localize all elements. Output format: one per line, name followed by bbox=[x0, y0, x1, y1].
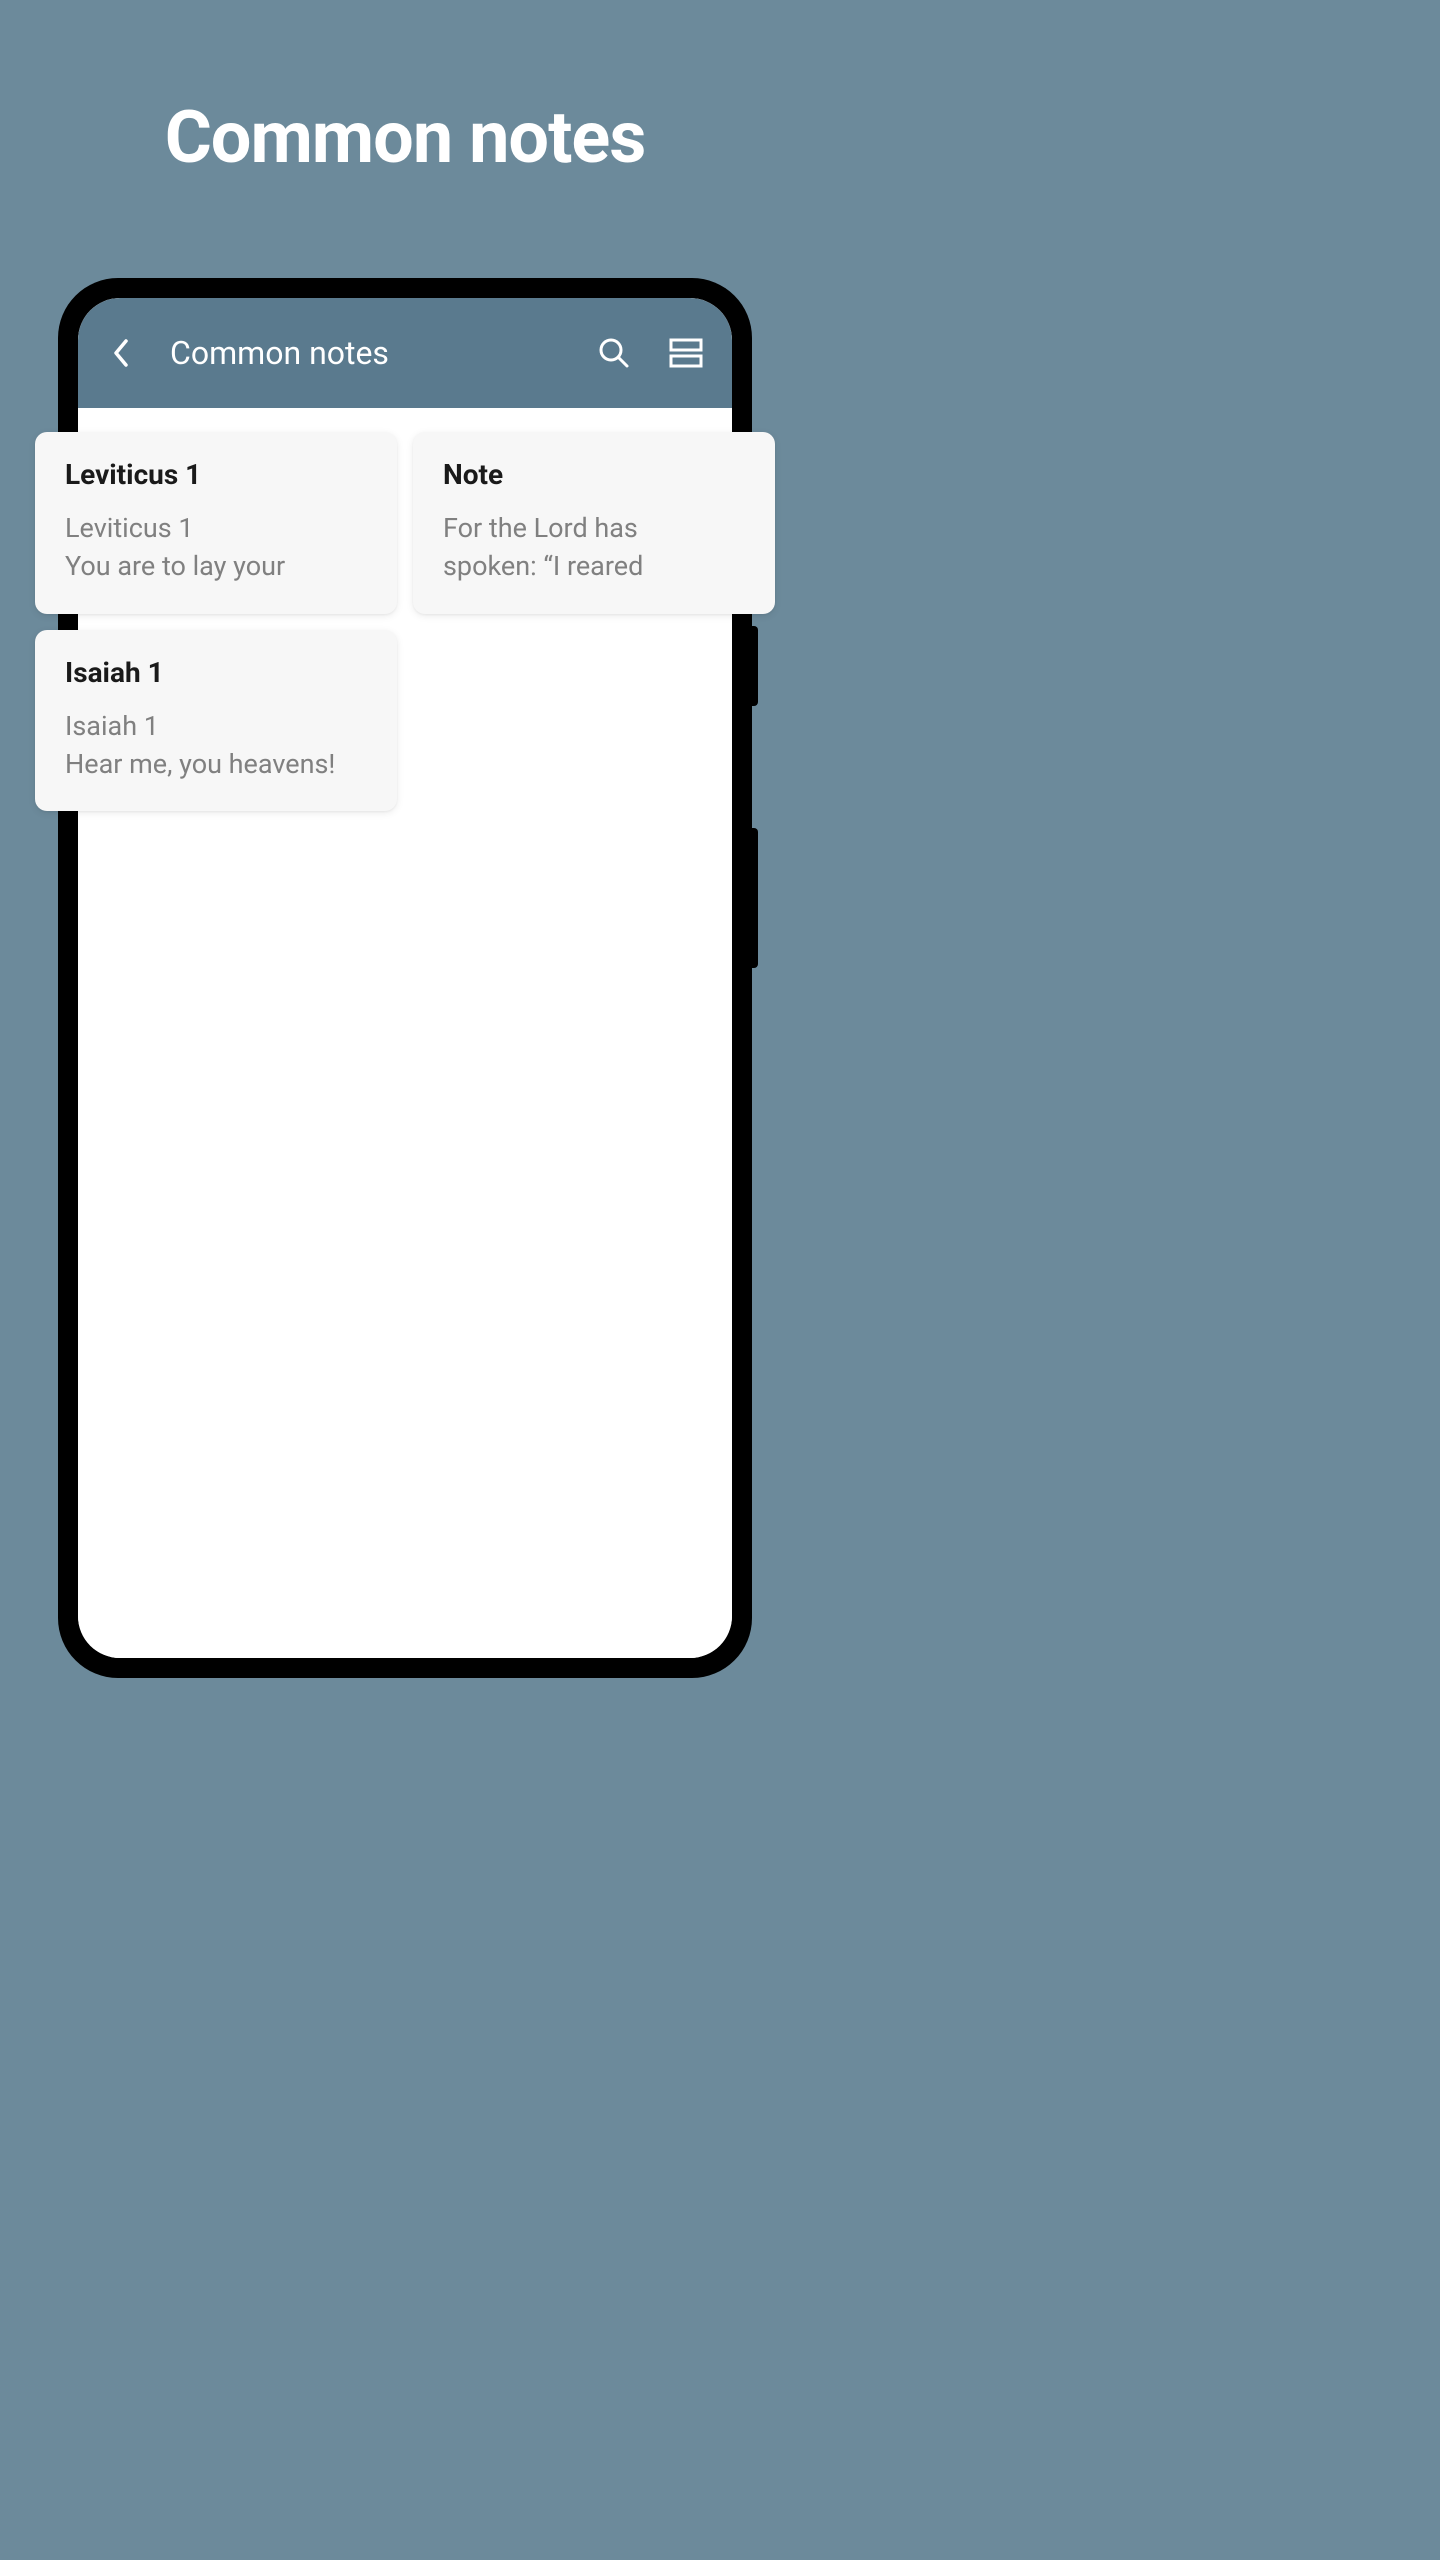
phone-side-button bbox=[752, 828, 758, 968]
note-card-body: For the Lord has spoken: “I reared bbox=[443, 509, 745, 586]
list-view-icon bbox=[669, 337, 703, 369]
chevron-left-icon bbox=[112, 337, 132, 369]
app-header-title: Common notes bbox=[170, 334, 568, 372]
notes-grid: Leviticus 1 Leviticus 1 You are to lay y… bbox=[35, 432, 775, 811]
search-button[interactable] bbox=[588, 327, 640, 379]
note-card[interactable]: Isaiah 1 Isaiah 1 Hear me, you heavens! bbox=[35, 630, 397, 812]
note-card-title: Isaiah 1 bbox=[65, 656, 367, 689]
note-card-title: Note bbox=[443, 458, 745, 491]
note-card-line: Leviticus 1 bbox=[65, 512, 194, 544]
view-toggle-button[interactable] bbox=[660, 327, 712, 379]
app-header: Common notes bbox=[78, 298, 732, 408]
back-button[interactable] bbox=[98, 329, 146, 377]
note-card[interactable]: Note For the Lord has spoken: “I reared bbox=[413, 432, 775, 614]
note-card[interactable]: Leviticus 1 Leviticus 1 You are to lay y… bbox=[35, 432, 397, 614]
note-card-title: Leviticus 1 bbox=[65, 458, 367, 491]
note-card-body: Leviticus 1 You are to lay your bbox=[65, 509, 367, 586]
search-icon bbox=[597, 336, 631, 370]
note-card-line: Isaiah 1 bbox=[65, 710, 159, 742]
note-card-line: For the Lord has bbox=[443, 512, 638, 544]
note-card-line: Hear me, you heavens! bbox=[65, 748, 335, 780]
note-card-body: Isaiah 1 Hear me, you heavens! bbox=[65, 707, 367, 784]
note-card-line: You are to lay your bbox=[65, 550, 285, 582]
note-card-line: spoken: “I reared bbox=[443, 550, 643, 582]
hero-title: Common notes bbox=[0, 95, 810, 180]
